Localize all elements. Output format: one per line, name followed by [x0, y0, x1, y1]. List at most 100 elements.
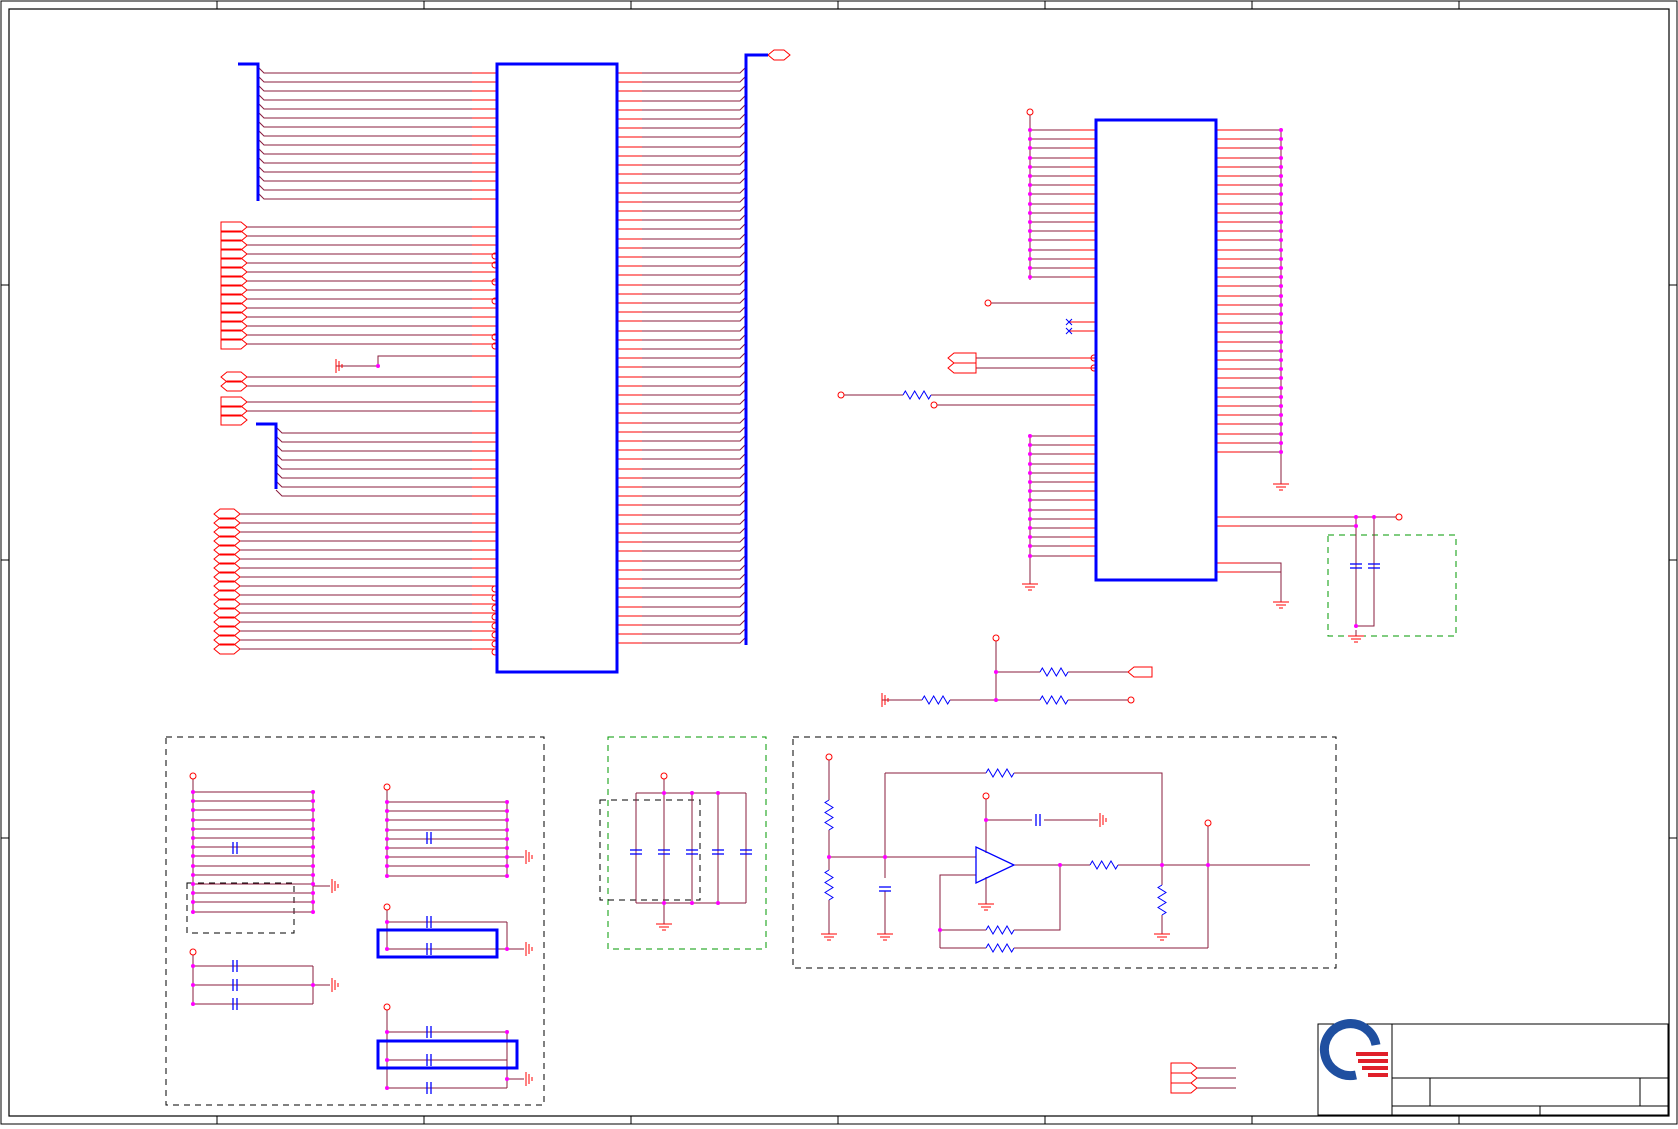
bus-entry-wire[interactable] — [642, 186, 747, 194]
bus-entry-wire[interactable] — [642, 572, 747, 580]
bus-entry-wire[interactable] — [642, 130, 747, 138]
power-port-icon[interactable] — [992, 634, 1000, 642]
bus-entry-wire[interactable] — [275, 453, 472, 461]
resistor-icon[interactable] — [921, 695, 951, 705]
bus-right-main[interactable] — [744, 53, 768, 645]
power-port-icon[interactable] — [825, 753, 833, 761]
bus-entry-wire[interactable] — [257, 147, 472, 155]
bus-entry-wire[interactable] — [275, 471, 472, 479]
bus-entry-wire[interactable] — [275, 444, 472, 452]
bus-entry-wire[interactable] — [642, 176, 747, 184]
bus-entry-wire[interactable] — [642, 554, 747, 562]
bus-entry-wire[interactable] — [642, 480, 747, 488]
bus-entry-wire[interactable] — [642, 416, 747, 424]
bus-entry-wire[interactable] — [642, 351, 747, 359]
signal-wire[interactable] — [1014, 865, 1061, 931]
capacitor-icon[interactable] — [1035, 814, 1041, 826]
power-port-icon[interactable] — [383, 1003, 391, 1011]
power-port-icon[interactable] — [1395, 513, 1403, 521]
bus-entry-wire[interactable] — [257, 111, 472, 119]
bus-entry-wire[interactable] — [642, 379, 747, 387]
bus-entry-wire[interactable] — [642, 140, 747, 148]
bus-entry-wire[interactable] — [257, 66, 472, 74]
power-port-icon[interactable] — [1127, 696, 1135, 704]
bus-entry-wire[interactable] — [642, 600, 747, 608]
power-port-icon[interactable] — [383, 903, 391, 911]
bus-entry-wire[interactable] — [275, 426, 472, 434]
bus-left-top[interactable] — [238, 62, 260, 201]
resistor-icon[interactable] — [985, 768, 1015, 778]
bus-entry-wire[interactable] — [642, 112, 747, 120]
resistor-icon[interactable] — [985, 943, 1015, 953]
bus-entry-wire[interactable] — [275, 462, 472, 470]
bus-entry-wire[interactable] — [642, 222, 747, 230]
ic-u2-body[interactable] — [1094, 118, 1218, 582]
bus-entry-wire[interactable] — [642, 517, 747, 525]
highlight-box-cap-pair-2[interactable] — [376, 1039, 519, 1070]
offsheet-connector-icon[interactable] — [1170, 1082, 1198, 1094]
bus-entry-wire[interactable] — [642, 535, 747, 543]
bus-entry-wire[interactable] — [642, 121, 747, 129]
bus-entry-wire[interactable] — [642, 333, 747, 341]
bus-entry-wire[interactable] — [257, 156, 472, 164]
power-port-icon[interactable] — [1204, 819, 1212, 827]
signal-wire[interactable] — [1240, 562, 1282, 596]
power-port-icon[interactable] — [982, 792, 990, 800]
offsheet-connector-icon[interactable] — [767, 49, 791, 61]
bus-entry-wire[interactable] — [642, 609, 747, 617]
bus-entry-wire[interactable] — [642, 268, 747, 276]
offsheet-connector-icon[interactable] — [1170, 1062, 1198, 1074]
bus-entry-wire[interactable] — [257, 84, 472, 92]
opamp-icon[interactable] — [975, 845, 1016, 885]
bus-entry-wire[interactable] — [642, 195, 747, 203]
bus-entry-wire[interactable] — [257, 165, 472, 173]
power-port-icon[interactable] — [660, 772, 668, 780]
bus-entry-wire[interactable] — [275, 480, 472, 488]
resistor-icon[interactable] — [985, 925, 1015, 935]
power-port-icon[interactable] — [984, 299, 992, 307]
bus-entry-wire[interactable] — [642, 314, 747, 322]
bus-entry-wire[interactable] — [257, 75, 472, 83]
signal-wire[interactable] — [506, 922, 524, 950]
capacitor-icon[interactable] — [879, 886, 891, 892]
resistor-icon[interactable] — [1157, 884, 1167, 916]
bus-entry-wire[interactable] — [642, 462, 747, 470]
bus-entry-wire[interactable] — [642, 627, 747, 635]
resistor-icon[interactable] — [1089, 860, 1119, 870]
bus-entry-wire[interactable] — [257, 120, 472, 128]
bus-entry-wire[interactable] — [642, 636, 747, 644]
bus-entry-wire[interactable] — [642, 360, 747, 368]
offsheet-connector-icon[interactable] — [1170, 1072, 1198, 1084]
offsheet-connector-icon[interactable] — [947, 362, 977, 374]
capacitor-icon[interactable] — [232, 842, 238, 854]
bus-entry-wire[interactable] — [257, 102, 472, 110]
power-port-icon[interactable] — [837, 391, 845, 399]
bus-entry-wire[interactable] — [642, 296, 747, 304]
bus-entry-wire[interactable] — [642, 452, 747, 460]
bus-entry-wire[interactable] — [642, 498, 747, 506]
bus-entry-wire[interactable] — [642, 250, 747, 258]
bus-entry-wire[interactable] — [642, 544, 747, 552]
bus-entry-wire[interactable] — [642, 406, 747, 414]
bus-entry-wire[interactable] — [642, 94, 747, 102]
bus-entry-wire[interactable] — [642, 581, 747, 589]
bus-entry-wire[interactable] — [257, 138, 472, 146]
bus-entry-wire[interactable] — [642, 287, 747, 295]
bus-entry-wire[interactable] — [642, 563, 747, 571]
bus-entry-wire[interactable] — [642, 167, 747, 175]
ic-u1-body[interactable] — [495, 62, 619, 674]
bus-entry-wire[interactable] — [275, 489, 472, 497]
bus-entry-wire[interactable] — [642, 278, 747, 286]
bus-entry-wire[interactable] — [257, 129, 472, 137]
bus-entry-wire[interactable] — [642, 213, 747, 221]
bus-entry-wire[interactable] — [642, 443, 747, 451]
bus-entry-wire[interactable] — [642, 342, 747, 350]
bus-entry-wire[interactable] — [642, 66, 747, 74]
offsheet-connector-icon[interactable] — [947, 352, 977, 364]
bus-left-middle[interactable] — [256, 422, 278, 489]
bus-entry-wire[interactable] — [642, 204, 747, 212]
bus-entry-wire[interactable] — [257, 192, 472, 200]
signal-wire[interactable] — [1356, 517, 1375, 627]
bus-entry-wire[interactable] — [642, 84, 747, 92]
signal-wire[interactable] — [939, 874, 976, 930]
